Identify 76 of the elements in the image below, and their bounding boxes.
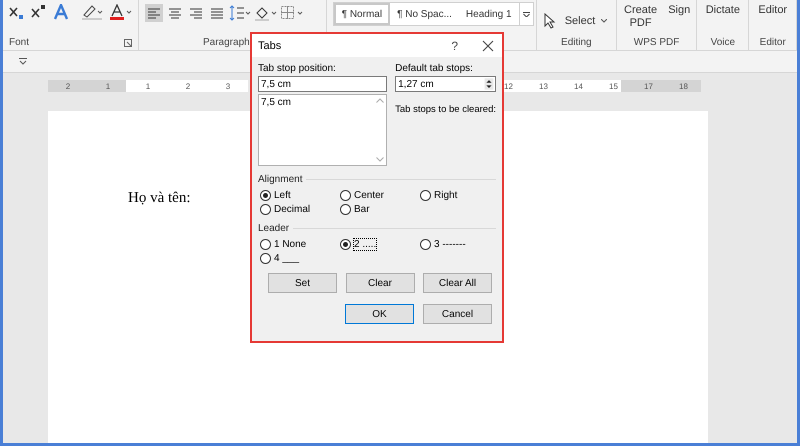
caret-icon: [522, 12, 530, 16]
font-color-icon[interactable]: [109, 4, 132, 20]
ruler-number: 2: [66, 82, 70, 90]
align-icon: [169, 8, 181, 18]
highlighter-icon[interactable]: [81, 4, 103, 20]
ruler-number: 1: [106, 82, 110, 90]
radio-option[interactable]: Center: [340, 190, 420, 201]
group-label: Editing: [560, 37, 593, 48]
dictate-button[interactable]: Dictate: [703, 4, 742, 17]
style-item[interactable]: Heading 1: [458, 3, 519, 25]
radio-option[interactable]: Left: [260, 190, 340, 201]
radio-circle[interactable]: [340, 239, 351, 250]
select-button[interactable]: Select: [564, 14, 596, 28]
tab-stop-list[interactable]: 7,5 cm: [258, 94, 388, 166]
ruler-number: 3: [226, 82, 230, 90]
dialog-button[interactable]: Clear: [346, 273, 414, 293]
radio-circle[interactable]: [260, 204, 271, 215]
list-item[interactable]: 7,5 cm: [261, 97, 372, 108]
ruler-number: 14: [574, 82, 583, 90]
group-label: WPS PDF: [632, 37, 680, 48]
group-label: Font: [9, 37, 30, 48]
customize-toolbar-icon[interactable]: [19, 58, 27, 65]
group-label: Voice: [710, 37, 736, 48]
radio-option[interactable]: Bar: [340, 204, 420, 215]
section-label: Alignment: [258, 174, 302, 185]
radio-option[interactable]: Decimal: [260, 204, 340, 215]
close-button[interactable]: [482, 38, 496, 52]
radio-circle[interactable]: [420, 239, 431, 250]
paint-bucket-icon[interactable]: [254, 5, 277, 21]
ruler-number: 13: [539, 82, 548, 90]
style-item[interactable]: ¶ No Spac...: [390, 3, 459, 25]
field-label: Default tab stops:: [395, 63, 474, 74]
ruler-number: 18: [679, 82, 688, 90]
ruler-number: 2: [186, 82, 190, 90]
close-icon: [482, 40, 494, 52]
align-icon: [211, 8, 223, 18]
clear-list-label: Tab stops to be cleared:: [395, 104, 496, 115]
radio-circle[interactable]: [260, 239, 271, 250]
superscript-icon[interactable]: [31, 4, 47, 20]
caret-icon: [601, 19, 608, 23]
tab-stop-position-field[interactable]: 7,5 cm: [258, 76, 388, 92]
dialog-button[interactable]: Clear All: [423, 273, 492, 293]
radio-option[interactable]: 3 -------: [420, 239, 500, 250]
editor-button[interactable]: Editor: [755, 4, 790, 17]
dialog-button[interactable]: Cancel: [423, 304, 492, 324]
ruler-number: 12: [504, 82, 513, 90]
radio-option[interactable]: 1 None: [260, 239, 340, 250]
document-text: Họ và tên:: [128, 190, 190, 206]
radio-circle[interactable]: [260, 190, 271, 201]
radio-circle[interactable]: [340, 190, 351, 201]
line-spacing-icon[interactable]: [229, 5, 251, 21]
dialog-button[interactable]: Set: [268, 273, 337, 293]
radio-circle[interactable]: [340, 204, 351, 215]
dialog-launcher-icon[interactable]: [124, 38, 132, 46]
help-button[interactable]: ?: [451, 38, 458, 52]
dialog-button[interactable]: OK: [345, 304, 414, 324]
style-item[interactable]: ¶ Normal: [334, 3, 390, 25]
group-label: Editor: [758, 37, 787, 48]
ruler-number: 1: [146, 82, 150, 90]
styles-more-button[interactable]: [518, 3, 533, 25]
radio-circle[interactable]: [260, 253, 271, 264]
section-label: Leader: [258, 223, 290, 234]
align-icon: [190, 8, 202, 18]
toolbar-button[interactable]: Create PDF: [622, 4, 658, 30]
radio-option[interactable]: 2 .....: [340, 239, 420, 250]
radio-option[interactable]: Right: [420, 190, 500, 201]
group-label: Paragraph: [203, 37, 250, 48]
toolbar-button[interactable]: Sign: [668, 4, 690, 17]
align-icon: [148, 8, 160, 18]
ruler-number: 17: [644, 82, 653, 90]
align-button[interactable]: [145, 4, 163, 22]
radio-circle[interactable]: [420, 190, 431, 201]
ruler-number: 15: [609, 82, 618, 90]
radio-option[interactable]: 4 ___: [260, 253, 340, 264]
dialog-title: Tabs: [258, 40, 282, 52]
field-label: Tab stop position:: [258, 63, 337, 74]
